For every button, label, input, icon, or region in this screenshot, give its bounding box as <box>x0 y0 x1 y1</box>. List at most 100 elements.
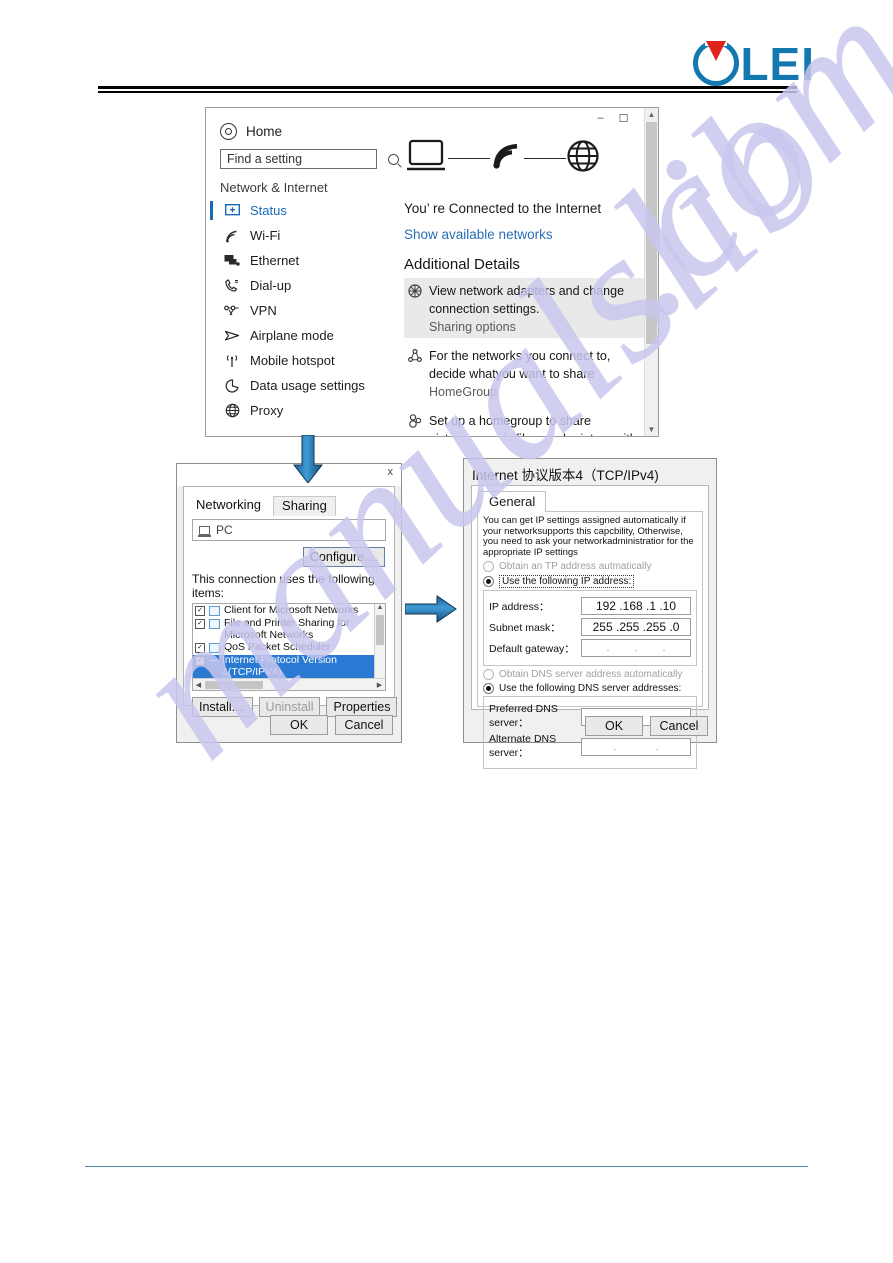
dash-icon <box>209 656 218 664</box>
list-item[interactable]: ✓ File and Printer Sharing for Microsoft… <box>193 617 385 641</box>
sidebar-item-airplane-mode[interactable]: Airplane mode <box>206 323 394 348</box>
dot-separator: . <box>662 643 666 653</box>
radio-label: Use the following IP address: <box>499 575 635 588</box>
sidebar-item-ethernet[interactable]: Ethernet <box>206 248 394 273</box>
sidebar-item-data-usage-settings[interactable]: Data usage settings <box>206 373 394 398</box>
radio-label: Obtain DNS server address automatically <box>499 669 683 680</box>
list-item-label: Internet Protocol Version 4(TCP/IPV4) <box>222 654 337 678</box>
tcpip-properties-dialog: Internet 协议版本4（TCP/IPv4) General You can… <box>463 458 717 769</box>
scroll-down-icon[interactable]: ▼ <box>645 423 658 436</box>
default-gateway-input[interactable]: . . . <box>581 639 691 657</box>
vpn-icon <box>224 303 240 319</box>
detail-sub-text: HomeGroup <box>429 385 498 399</box>
adapter-name-field[interactable]: PC <box>192 519 386 541</box>
brand-logo: LEI <box>693 36 815 90</box>
scrollbar-thumb[interactable] <box>376 615 384 645</box>
alternate-dns-input[interactable]: . . <box>581 737 691 756</box>
ethernet-icon <box>224 253 240 269</box>
pie-chart-icon <box>224 378 240 394</box>
footer-divider <box>85 1166 808 1167</box>
sidebar-item-proxy[interactable]: Proxy <box>206 398 394 423</box>
search-setting-box[interactable] <box>220 149 399 169</box>
dot-separator: . <box>634 643 638 653</box>
connection-status-text: You’ re Connected to the Internet <box>404 201 602 216</box>
properties-button[interactable]: Properties <box>326 697 398 717</box>
close-icon[interactable]: x <box>388 466 394 478</box>
ok-button[interactable]: OK <box>585 716 643 736</box>
red-droplet-icon <box>706 41 727 61</box>
ok-button[interactable]: OK <box>270 715 328 735</box>
eth-dialog-titlebar: x <box>177 464 401 486</box>
sidebar-item-label: Proxy <box>250 403 284 418</box>
search-input[interactable] <box>227 152 388 166</box>
ip-address-input[interactable]: 192 .168 .1 .10 <box>581 597 691 615</box>
checkbox[interactable]: ✓ <box>195 656 205 666</box>
tab-networking[interactable]: Networking <box>190 495 270 516</box>
sidebar-item-home[interactable]: Home <box>206 108 394 140</box>
dot-separator: . <box>606 643 610 653</box>
default-gateway-label: Default gateway： <box>489 642 575 655</box>
tcpip-dialog-title: Internet 协议版本4（TCP/IPv4) <box>472 468 659 483</box>
checkbox[interactable]: ✓ <box>195 643 205 653</box>
homegroup-icon <box>407 414 422 429</box>
scrollbar-thumb[interactable] <box>205 680 263 689</box>
settings-scrollbar[interactable]: ▲ ▼ <box>644 108 658 436</box>
sidebar-item-label: Data usage settings <box>250 378 365 393</box>
checkbox[interactable]: ✓ <box>195 606 205 616</box>
detail-row[interactable]: For the networks you connect to, decide … <box>404 343 645 403</box>
scroll-left-icon[interactable]: ◀ <box>193 681 204 689</box>
sidebar-item-dialup[interactable]: Dial-up <box>206 273 394 298</box>
ip-address-row: IP address： 192 .168 .1 .10 <box>489 597 691 615</box>
computer-icon <box>406 138 448 179</box>
tab-general[interactable]: General <box>478 491 547 512</box>
detail-row[interactable]: View network adapters and change connect… <box>404 278 645 338</box>
show-available-networks-link[interactable]: Show available networks <box>404 227 645 242</box>
tcpip-description: You can get IP settings assigned automat… <box>483 515 694 558</box>
scroll-up-icon[interactable]: ▲ <box>645 108 658 121</box>
flow-arrow-right-icon <box>404 595 457 628</box>
tab-sharing[interactable]: Sharing <box>273 496 336 516</box>
header-divider <box>98 86 797 93</box>
windows-settings-window: – ☐ × Home Network & Internet Status Wi-… <box>205 107 659 437</box>
detail-row[interactable]: Set up a homegroup to share pictures, mu… <box>404 408 645 436</box>
gear-icon <box>220 123 237 140</box>
checkbox[interactable]: ✓ <box>195 619 205 629</box>
settings-content-pane: You’ re Connected to the Internet Show a… <box>394 108 645 436</box>
radio-use-following-dns[interactable]: Use the following DNS server addresses: <box>483 683 697 694</box>
hotspot-icon <box>224 353 240 369</box>
connection-items-list[interactable]: ✓ Client for Microsoft Networks ✓ File a… <box>192 603 386 691</box>
sidebar-item-status[interactable]: Status <box>206 198 394 223</box>
radio-obtain-dns-automatically[interactable]: Obtain DNS server address automatically <box>483 669 697 680</box>
configure-button[interactable]: Configure.... <box>302 547 385 567</box>
radio-use-following-ip[interactable]: Use the following IP address: <box>483 575 697 588</box>
share-icon <box>407 349 422 364</box>
detail-sub-text: Sharing options <box>429 320 516 334</box>
ip-address-label: IP address： <box>489 600 550 613</box>
alternate-dns-row: Alternate DNS server： . . <box>489 733 691 760</box>
scroll-right-icon[interactable]: ▶ <box>374 681 385 689</box>
install-button[interactable]: Install.... <box>192 697 253 717</box>
sidebar-item-wifi[interactable]: Wi-Fi <box>206 223 394 248</box>
sidebar-item-label: Dial-up <box>250 278 292 293</box>
detail-main-text: Set up a homegroup to share pictures, mu… <box>429 414 637 436</box>
default-gateway-row: Default gateway： . . . <box>489 639 691 657</box>
scroll-up-icon[interactable]: ▲ <box>375 604 385 614</box>
radio-obtain-ip-automatically[interactable]: Obtain an TP address autmatically <box>483 561 697 572</box>
cancel-button[interactable]: Cancel <box>335 715 393 735</box>
list-vertical-scrollbar[interactable]: ▲ <box>374 604 385 679</box>
logo-wordmark: LEI <box>740 38 815 90</box>
list-item[interactable]: ✓ QoS Packet Scheduler <box>193 641 385 654</box>
subnet-mask-input[interactable]: 255 .255 .255 .0 <box>581 618 691 636</box>
flow-arrow-down-icon <box>291 434 325 488</box>
scrollbar-thumb[interactable] <box>646 122 657 344</box>
list-item-selected[interactable]: ✓ Internet Protocol Version 4(TCP/IPV4) <box>193 654 385 678</box>
sidebar-item-label: Ethernet <box>250 253 300 268</box>
sidebar-item-label: Status <box>250 203 287 218</box>
wifi-signal-icon <box>490 141 524 176</box>
list-horizontal-scrollbar[interactable]: ◀ ▶ <box>193 678 385 690</box>
sidebar-item-mobile-hotspot[interactable]: Mobile hotspot <box>206 348 394 373</box>
list-item[interactable]: ✓ Client for Microsoft Networks <box>193 604 385 617</box>
cancel-button[interactable]: Cancel <box>650 716 708 736</box>
globe-icon <box>224 403 240 419</box>
sidebar-item-vpn[interactable]: VPN <box>206 298 394 323</box>
